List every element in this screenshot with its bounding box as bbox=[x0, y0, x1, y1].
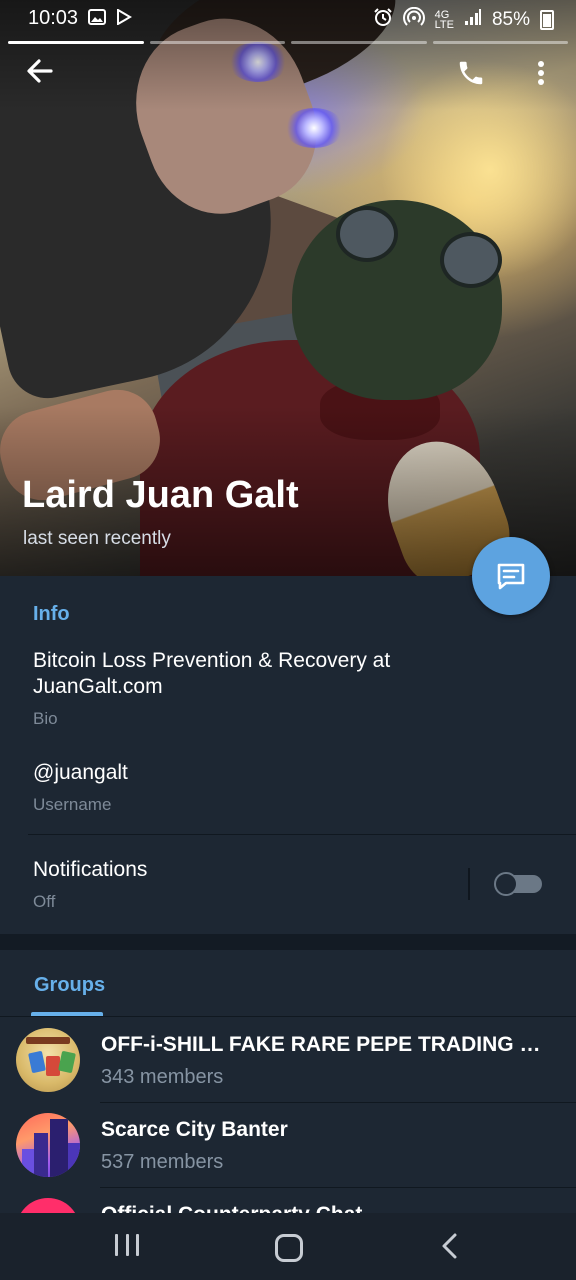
back-arrow-icon bbox=[27, 59, 53, 83]
avatar-building bbox=[68, 1143, 80, 1177]
group-title: Scarce City Banter bbox=[101, 1118, 288, 1141]
send-message-button[interactable] bbox=[472, 537, 550, 615]
info-header: Info bbox=[33, 603, 70, 625]
story-segment bbox=[149, 41, 285, 44]
avatar-banner bbox=[26, 1037, 70, 1044]
phone-icon bbox=[459, 61, 483, 85]
group-row[interactable]: Scarce City Banter 537 members bbox=[0, 1103, 576, 1188]
home-button[interactable] bbox=[275, 1234, 303, 1262]
divider bbox=[28, 834, 576, 835]
notifications-state: Off bbox=[33, 892, 56, 911]
notifications-label[interactable]: Notifications bbox=[33, 858, 147, 882]
avatar-building bbox=[22, 1149, 34, 1177]
photo-frog-eye bbox=[440, 232, 502, 288]
section-gap bbox=[0, 934, 576, 950]
network-sub-label: LTE bbox=[434, 19, 454, 31]
vertical-separator bbox=[468, 868, 470, 900]
signal-icon bbox=[464, 8, 482, 32]
story-segment bbox=[432, 41, 568, 44]
avatar-card bbox=[58, 1050, 76, 1074]
group-title: Official Counterparty Chat bbox=[101, 1203, 541, 1213]
recent-apps-icon bbox=[115, 1234, 118, 1256]
chevron-left-icon bbox=[442, 1233, 457, 1259]
battery-level: 85% bbox=[491, 9, 530, 30]
status-time: 10:03 bbox=[28, 7, 79, 29]
group-avatar bbox=[16, 1198, 80, 1213]
group-title: OFF-i-SHILL FAKE RARE PEPE TRADING C... bbox=[101, 1033, 541, 1056]
photo-glowing-eye bbox=[284, 108, 344, 148]
recent-apps-button[interactable] bbox=[115, 1234, 139, 1258]
group-row[interactable]: Official Counterparty Chat bbox=[0, 1188, 576, 1213]
status-right-group: 4G LTE 85% bbox=[373, 6, 554, 33]
more-options-button[interactable] bbox=[527, 60, 555, 96]
status-bar: 10:03 4G LTE 85% bbox=[0, 0, 576, 38]
recent-apps-icon bbox=[125, 1234, 129, 1256]
story-segment bbox=[291, 41, 427, 44]
info-section: Info Bitcoin Loss Prevention & Recovery … bbox=[0, 576, 576, 934]
group-members: 537 members bbox=[101, 1151, 224, 1173]
toggle-knob bbox=[494, 872, 518, 896]
recent-apps-icon bbox=[136, 1234, 139, 1256]
avatar-card bbox=[28, 1050, 46, 1074]
group-avatar bbox=[16, 1028, 80, 1092]
avatar-building bbox=[34, 1133, 48, 1177]
username-caption: Username bbox=[33, 795, 112, 814]
story-segment bbox=[8, 41, 144, 44]
battery-icon bbox=[540, 10, 554, 30]
network-type: 4G LTE bbox=[434, 10, 454, 31]
bio-caption: Bio bbox=[33, 709, 58, 728]
username-text[interactable]: @juangalt bbox=[33, 761, 128, 785]
last-seen-status: last seen recently bbox=[23, 528, 171, 549]
profile-name: Laird Juan Galt bbox=[22, 474, 299, 516]
photo-frog-eye bbox=[336, 206, 398, 262]
call-button[interactable] bbox=[456, 58, 496, 94]
tabs-divider bbox=[0, 1016, 576, 1017]
system-navigation-bar bbox=[0, 1213, 576, 1280]
hotspot-icon bbox=[402, 6, 425, 33]
groups-section: Groups OFF-i-SHILL FAKE RARE PEPE TRADIN… bbox=[0, 950, 576, 1213]
avatar-building bbox=[50, 1119, 68, 1177]
play-store-notification-icon bbox=[116, 8, 132, 30]
image-notification-icon bbox=[88, 9, 106, 30]
notifications-toggle[interactable] bbox=[494, 872, 542, 896]
system-back-button[interactable] bbox=[438, 1231, 464, 1261]
bio-text[interactable]: Bitcoin Loss Prevention & Recovery at Ju… bbox=[33, 648, 513, 700]
alarm-icon bbox=[373, 7, 393, 33]
group-members: 343 members bbox=[101, 1066, 224, 1088]
story-progress bbox=[8, 41, 568, 44]
group-avatar bbox=[16, 1113, 80, 1177]
message-icon bbox=[497, 563, 525, 590]
tab-groups[interactable]: Groups bbox=[34, 974, 105, 997]
more-vertical-icon bbox=[538, 61, 544, 85]
back-button[interactable] bbox=[18, 56, 62, 96]
group-row[interactable]: OFF-i-SHILL FAKE RARE PEPE TRADING C... … bbox=[0, 1018, 576, 1103]
